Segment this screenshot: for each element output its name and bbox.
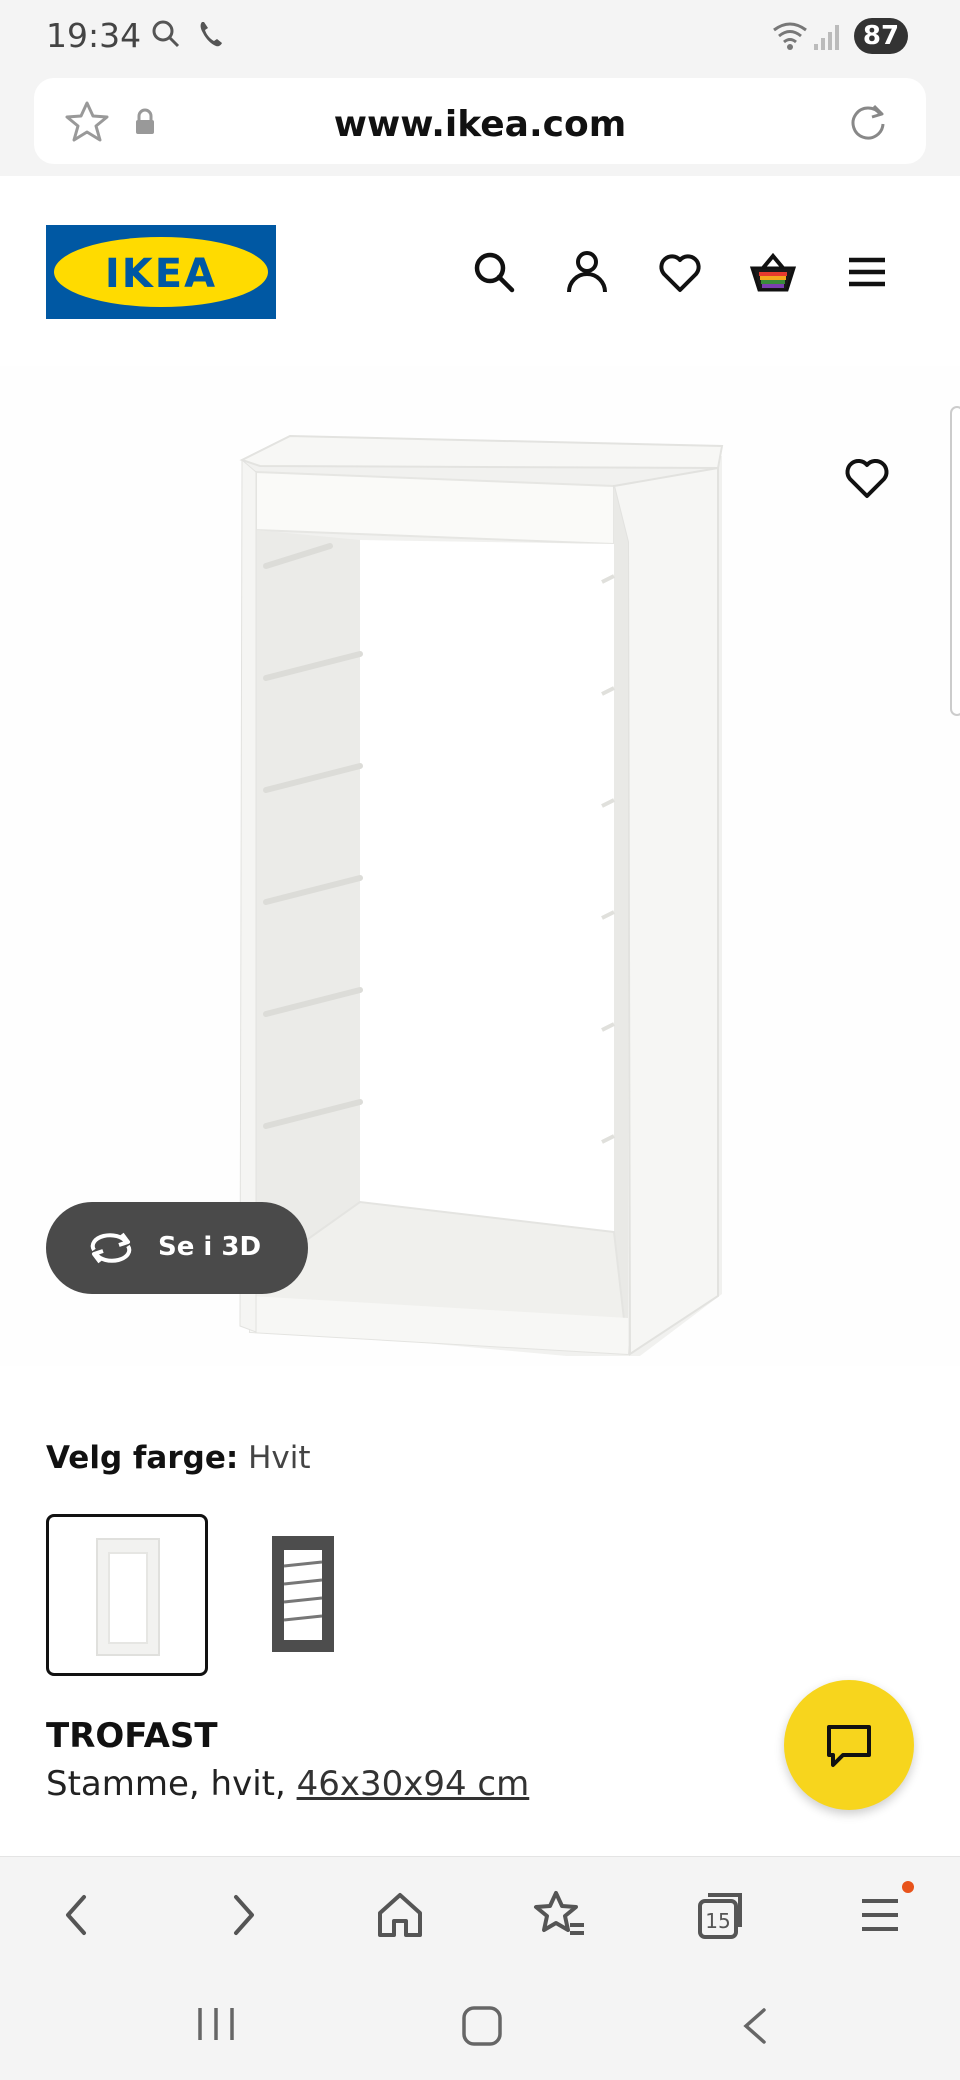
see-in-3d-label: Se i 3D: [158, 1232, 262, 1262]
phone-icon: [200, 22, 222, 47]
heart-icon[interactable]: [842, 452, 892, 502]
notification-dot: [902, 1881, 914, 1893]
menu-icon[interactable]: [852, 1887, 908, 1943]
product-dimensions-link[interactable]: 46x30x94 cm: [297, 1764, 530, 1804]
system-back-icon[interactable]: [736, 2004, 772, 2048]
wifi-icon: [773, 22, 807, 50]
recent-apps-icon[interactable]: [194, 2004, 238, 2044]
home-button-icon[interactable]: [460, 2004, 504, 2048]
url-field[interactable]: www.ikea.com: [34, 78, 926, 164]
color-label-title: Velg farge:: [46, 1440, 239, 1476]
status-bar: 19:34 87: [0, 0, 960, 72]
status-time: 19:34: [46, 16, 142, 55]
search-icon: [152, 20, 180, 48]
browser-toolbar: 15: [0, 1856, 960, 1968]
color-label: Velg farge: Hvit: [46, 1440, 311, 1476]
product-description-text: Stamme, hvit,: [46, 1764, 286, 1804]
rotate-3d-icon: [90, 1232, 132, 1264]
tabs-button[interactable]: 15: [692, 1887, 748, 1943]
user-icon[interactable]: [563, 248, 611, 296]
search-icon[interactable]: [470, 248, 518, 296]
bookmarks-icon[interactable]: [532, 1887, 588, 1943]
menu-icon[interactable]: [843, 248, 891, 296]
product-name: TROFAST: [46, 1716, 218, 1756]
white-swatch-thumbnail: [96, 1538, 160, 1656]
see-in-3d-button[interactable]: Se i 3D: [46, 1202, 308, 1294]
reload-icon[interactable]: [846, 100, 890, 144]
product-image[interactable]: Se i 3D: [0, 366, 960, 1366]
image-scroll-indicator: [950, 406, 960, 716]
product-photo: [239, 434, 724, 1356]
gray-swatch-thumbnail: [272, 1536, 334, 1652]
system-navigation-bar: [0, 1968, 960, 2080]
browser-address-bar: www.ikea.com: [0, 72, 960, 176]
site-header: IKEA: [0, 176, 960, 366]
chat-icon: [827, 1725, 871, 1767]
cart-icon[interactable]: [749, 248, 797, 296]
ikea-logo[interactable]: IKEA: [46, 225, 276, 319]
heart-icon[interactable]: [656, 248, 704, 296]
color-selected-value: Hvit: [248, 1440, 311, 1476]
battery-indicator: 87: [854, 18, 908, 54]
forward-icon[interactable]: [214, 1887, 270, 1943]
chat-button[interactable]: [784, 1680, 914, 1810]
color-swatch-gray[interactable]: [228, 1514, 390, 1676]
logo-text: IKEA: [104, 251, 218, 297]
home-icon[interactable]: [372, 1887, 428, 1943]
signal-icon: [814, 25, 839, 50]
product-description: Stamme, hvit, 46x30x94 cm: [46, 1764, 529, 1804]
url-text: www.ikea.com: [333, 104, 627, 145]
back-icon[interactable]: [50, 1887, 106, 1943]
tabs-count: 15: [705, 1909, 731, 1933]
color-swatch-white[interactable]: [46, 1514, 208, 1676]
